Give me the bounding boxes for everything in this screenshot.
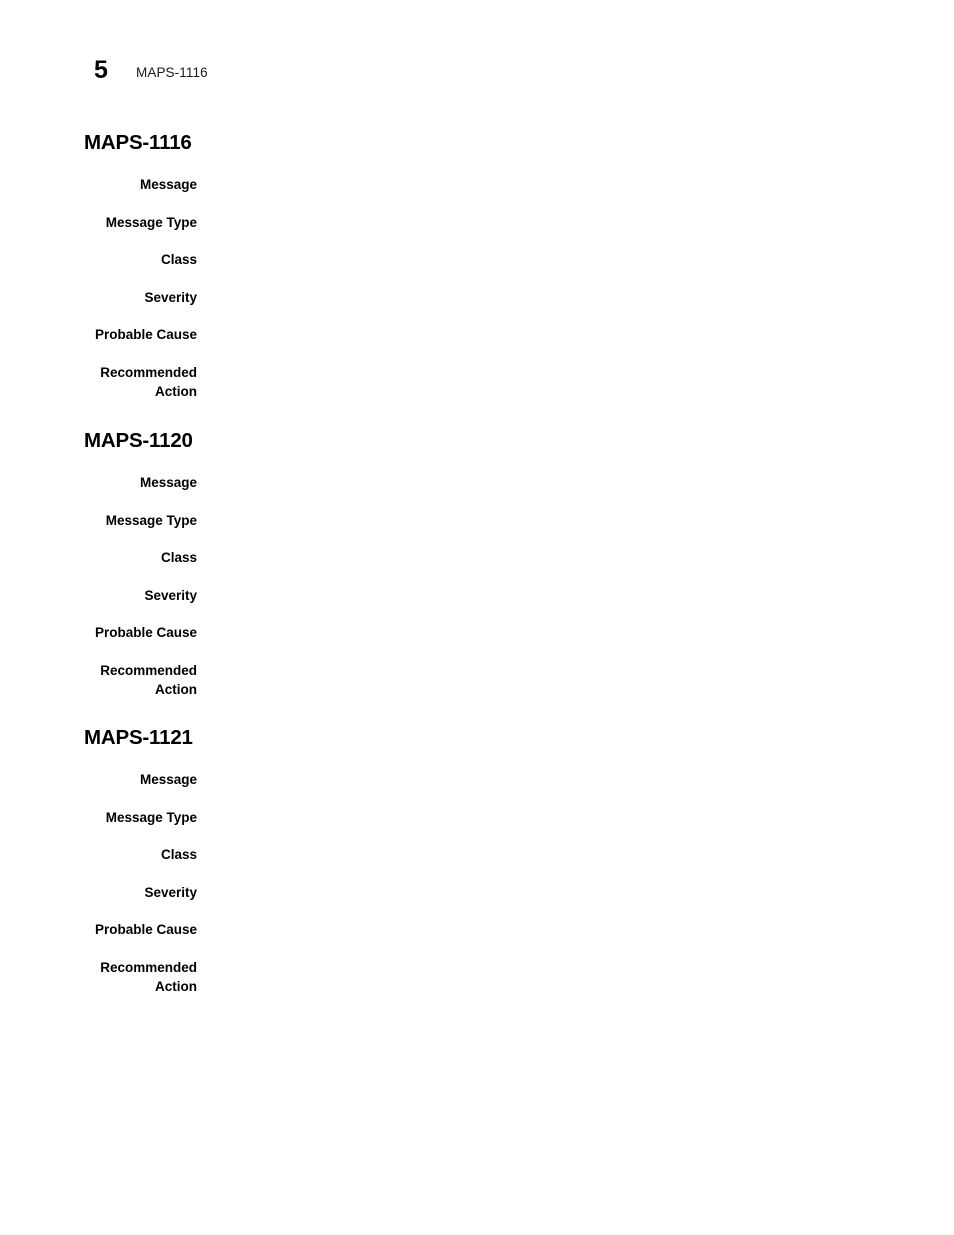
running-head-title: MAPS-1116 (136, 65, 208, 80)
section-heading: MAPS-1120 (84, 429, 193, 452)
field-list: Message Message Type Class Severity Probable… (0, 770, 954, 1014)
section-heading: MAPS-1116 (84, 131, 192, 154)
field-value (213, 883, 913, 902)
field-label: Severity (144, 587, 197, 603)
field-label: Message (139, 772, 197, 787)
field-row: Message Type (0, 213, 954, 251)
field-row: Message Type (0, 511, 954, 549)
field-value (213, 250, 913, 269)
field-row: Message (0, 175, 954, 213)
field-row: Severity (0, 288, 954, 326)
field-row: Recommended Action (0, 363, 954, 419)
field-label: Message Type (105, 809, 197, 825)
field-row: Probable Cause (0, 623, 954, 661)
field-value (213, 920, 913, 939)
field-row: Probable Cause (0, 920, 954, 958)
field-label: Severity (144, 289, 197, 305)
field-label: Severity (144, 884, 197, 900)
field-value (213, 288, 913, 307)
field-value (213, 175, 913, 194)
field-value (213, 548, 913, 567)
field-row: Message (0, 770, 954, 808)
field-value (213, 623, 913, 642)
section-heading: MAPS-1121 (84, 726, 193, 749)
field-list: Message Message Type Class Severity Probable… (0, 473, 954, 717)
field-value (213, 808, 913, 827)
field-row: Severity (0, 586, 954, 624)
page-running-header: 5 MAPS-1116 (0, 55, 954, 89)
field-value (213, 213, 913, 232)
field-value (213, 958, 913, 977)
field-value (213, 770, 913, 789)
field-row: Severity (0, 883, 954, 921)
field-label: Recommended Action (100, 364, 197, 399)
field-value (213, 473, 913, 492)
page-number: 5 (94, 56, 108, 84)
field-row: Recommended Action (0, 661, 954, 717)
field-row: Probable Cause (0, 325, 954, 363)
field-value (213, 586, 913, 605)
field-label: Recommended Action (100, 662, 197, 697)
field-row: Class (0, 845, 954, 883)
document-page: 5 MAPS-1116 MAPS-1116 Message Message Type… (0, 0, 954, 1235)
field-value (213, 845, 913, 864)
field-label: Message Type (105, 214, 197, 230)
field-row: Message (0, 473, 954, 511)
field-label: Message (139, 177, 197, 192)
field-label: Message (139, 475, 197, 490)
field-row: Message Type (0, 808, 954, 846)
field-row: Class (0, 250, 954, 288)
field-label: Class (160, 550, 197, 565)
field-label: Probable Cause (94, 327, 197, 342)
field-label: Recommended Action (100, 959, 197, 994)
field-label: Probable Cause (94, 922, 197, 937)
field-label: Message Type (105, 512, 197, 528)
field-value (213, 363, 913, 382)
field-value (213, 325, 913, 344)
field-label: Class (160, 252, 197, 267)
field-row: Recommended Action (0, 958, 954, 1014)
field-value (213, 661, 913, 680)
field-label: Class (160, 847, 197, 862)
field-row: Class (0, 548, 954, 586)
field-label: Probable Cause (94, 625, 197, 640)
field-list: Message Message Type Class Severity Probable… (0, 175, 954, 419)
field-value (213, 511, 913, 530)
